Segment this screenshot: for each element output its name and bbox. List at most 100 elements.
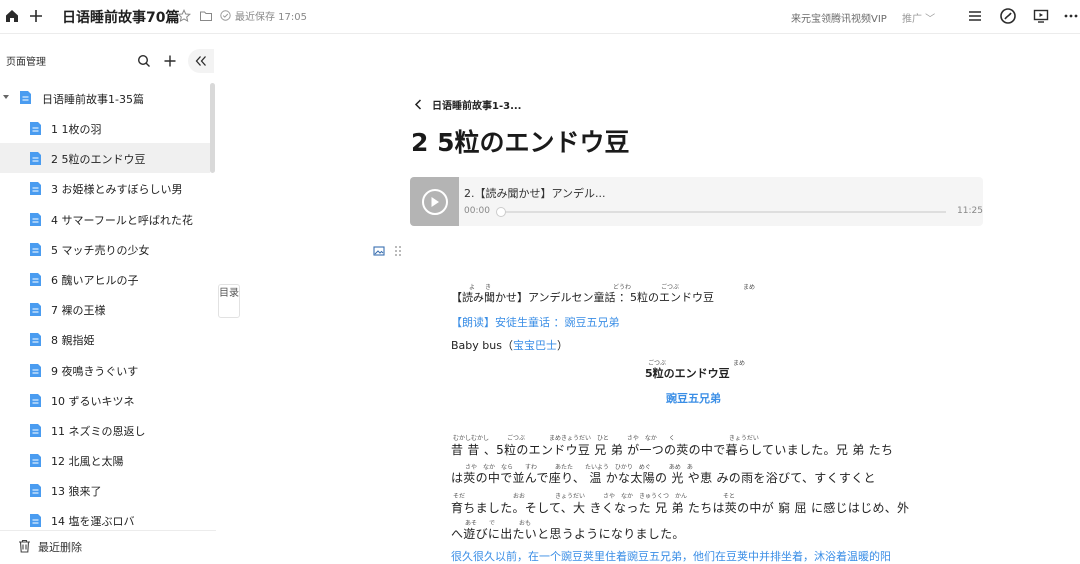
breadcrumb[interactable]: 日语睡前故事1-3... [414, 97, 521, 112]
document-icon [30, 393, 41, 407]
document-icon [30, 272, 41, 286]
vip-promo-link[interactable]: 来元宝领腾讯视频VIP [791, 10, 887, 25]
sidebar-page-item[interactable]: 2 5粒のエンドウ豆 [0, 143, 210, 174]
audio-total-time: 11:25 [957, 206, 983, 216]
sidebar-page-label: 14 塩を運ぶロバ [51, 515, 135, 529]
audio-current-time: 00:00 [464, 206, 490, 216]
document-title[interactable]: 日语睡前故事70篇 [62, 7, 179, 27]
folder-icon[interactable] [197, 7, 215, 25]
story-heading-cn: 豌豆五兄弟 [666, 392, 721, 405]
sidebar-scrollbar[interactable] [210, 83, 215, 173]
promo-dropdown[interactable]: 推广 ﹀ [902, 10, 935, 25]
image-block-icon[interactable] [370, 242, 388, 260]
document-icon [20, 91, 31, 104]
page-sidebar: 页面管理 日语睡前故事1-35篇 1 1枚の羽 2 5粒のエンドウ豆 3 お姫様とみ… [0, 35, 216, 556]
check-circle-icon [220, 10, 231, 21]
page-title: 2 5粒のエンドウ豆 [411, 128, 630, 157]
document-icon [30, 484, 41, 498]
chevron-left-icon [414, 99, 422, 110]
recent-delete-label: 最近删除 [38, 541, 82, 554]
sidebar-page-label: 9 夜鳴きうぐいす [51, 364, 139, 378]
menu-icon[interactable] [966, 7, 984, 25]
trash-icon [15, 537, 33, 555]
babybus-line: Baby bus（宝宝巴士） [451, 337, 568, 353]
home-icon[interactable] [3, 7, 21, 25]
sidebar-page-label: 11 ネズミの恩返し [51, 424, 146, 438]
sidebar-page-label: 3 お姫様とみすぼらしい男 [51, 183, 183, 197]
drag-handle-icon[interactable] [389, 242, 407, 260]
present-icon[interactable] [1032, 7, 1050, 25]
sidebar-page-label: 1 1枚の羽 [51, 123, 102, 136]
save-status: 最近保存 17:05 [220, 8, 307, 23]
audio-player: 2.【読み聞かせ】アンデル... 00:00 11:25 [410, 177, 983, 226]
sidebar-page-label: 2 5粒のエンドウ豆 [51, 153, 146, 167]
page-tree: 日语睡前故事1-35篇 1 1枚の羽 2 5粒のエンドウ豆 3 お姫様とみすぼらしい… [0, 83, 210, 536]
audio-progress-track[interactable] [500, 211, 946, 213]
intro-line-jp: 【読み聞かせ】アンデルセン童話 ：5粒のエンドウ豆 [451, 291, 715, 304]
search-icon[interactable] [135, 52, 153, 70]
sidebar-page-item[interactable]: 13 狼来了 [0, 475, 210, 505]
breadcrumb-parent: 日语睡前故事1-3... [432, 101, 522, 112]
sidebar-page-item[interactable]: 3 お姫様とみすぼらしい男 [0, 173, 210, 203]
intro-line-cn: 【朗读】安徒生童话 ：豌豆五兄弟 [451, 316, 620, 329]
star-icon[interactable] [175, 7, 193, 25]
sidebar-page-label: 7 裸の王様 [51, 304, 106, 318]
story-paragraph-line: 昔 昔 、5粒のエンドウ豆 兄 弟 が一つの莢の中で暮らしていました。兄 弟 た… [451, 443, 894, 457]
sidebar-page-item[interactable]: 11 ネズミの恩返し [0, 415, 210, 445]
document-icon [30, 242, 41, 256]
more-icon[interactable] [1062, 7, 1080, 25]
sidebar-page-item[interactable]: 9 夜鳴きうぐいす [0, 355, 210, 385]
sidebar-page-label: 5 マッチ売りの少女 [51, 243, 150, 257]
sidebar-page-label: 12 北風と太陽 [51, 455, 124, 469]
sidebar-page-item[interactable]: 12 北風と太陽 [0, 445, 210, 475]
ruby-text: まめ [733, 360, 746, 367]
audio-cover[interactable] [410, 177, 459, 226]
collapse-sidebar-button[interactable] [188, 49, 214, 73]
add-page-icon[interactable] [161, 52, 179, 70]
play-button[interactable] [421, 188, 448, 215]
document-icon [30, 514, 41, 528]
story-heading-jp: 5粒のエンドウ豆 [645, 367, 730, 380]
top-bar: 日语睡前故事70篇 最近保存 17:05 来元宝领腾讯视频VIP 推广 ﹀ [0, 0, 1080, 34]
document-icon [30, 454, 41, 468]
audio-title: 2.【読み聞かせ】アンデル... [464, 187, 606, 200]
story-paragraph-line: へ遊びに出たいと思うようになりました。 [451, 527, 685, 541]
sidebar-page-item[interactable]: 8 親指姫 [0, 324, 210, 354]
sidebar-page-label: 10 ずるいキツネ [51, 394, 135, 408]
document-icon [30, 212, 41, 226]
babybus-suffix: ） [556, 339, 568, 352]
new-tab-plus-icon[interactable] [27, 7, 45, 25]
sidebar-header: 页面管理 [0, 45, 216, 73]
promo-label: 推广 [902, 14, 922, 25]
save-status-text: 最近保存 17:05 [235, 12, 307, 23]
audio-progress-handle[interactable] [496, 207, 506, 217]
sidebar-page-label: 4 サマーフールと呼ばれた花 [51, 213, 193, 227]
babybus-prefix: Baby bus（ [451, 339, 513, 352]
caret-down-icon[interactable] [3, 95, 9, 99]
document-icon [30, 152, 41, 166]
recent-delete-button[interactable]: 最近删除 [0, 530, 216, 556]
sidebar-page-item[interactable]: 6 醜いアヒルの子 [0, 264, 210, 294]
sidebar-page-item[interactable]: 4 サマーフールと呼ばれた花 [0, 204, 210, 234]
play-icon [431, 196, 439, 207]
tree-root-item[interactable]: 日语睡前故事1-35篇 [0, 83, 210, 113]
tree-root-label: 日语睡前故事1-35篇 [42, 93, 144, 106]
assistant-icon[interactable] [999, 7, 1017, 25]
double-chevron-left-icon [195, 56, 206, 66]
sidebar-page-item[interactable]: 1 1枚の羽 [0, 113, 210, 143]
babybus-link[interactable]: 宝宝巴士 [513, 339, 557, 352]
story-paragraph-line: は莢の中で並んで座り、 温 かな太陽の 光 や恵 みの雨を浴びて、すくすくと [451, 471, 876, 485]
document-icon [30, 303, 41, 317]
sidebar-page-item[interactable]: 10 ずるいキツネ [0, 385, 210, 415]
toc-toggle-tab[interactable]: 目录 [218, 284, 240, 318]
story-paragraph-line: 育ちました。そして、大 きくなった 兄 弟 たちは莢の中が 窮 屈 に感じはじめ… [451, 501, 910, 515]
document-icon [30, 182, 41, 196]
document-icon [30, 122, 41, 135]
sidebar-page-label: 13 狼来了 [51, 485, 102, 499]
sidebar-page-item[interactable]: 7 裸の王様 [0, 294, 210, 324]
ruby-text: まめ [743, 284, 756, 291]
sidebar-page-label: 8 親指姫 [51, 334, 95, 348]
sidebar-page-item[interactable]: 5 マッチ売りの少女 [0, 234, 210, 264]
document-icon [30, 333, 41, 347]
sidebar-page-label: 6 醜いアヒルの子 [51, 273, 139, 287]
